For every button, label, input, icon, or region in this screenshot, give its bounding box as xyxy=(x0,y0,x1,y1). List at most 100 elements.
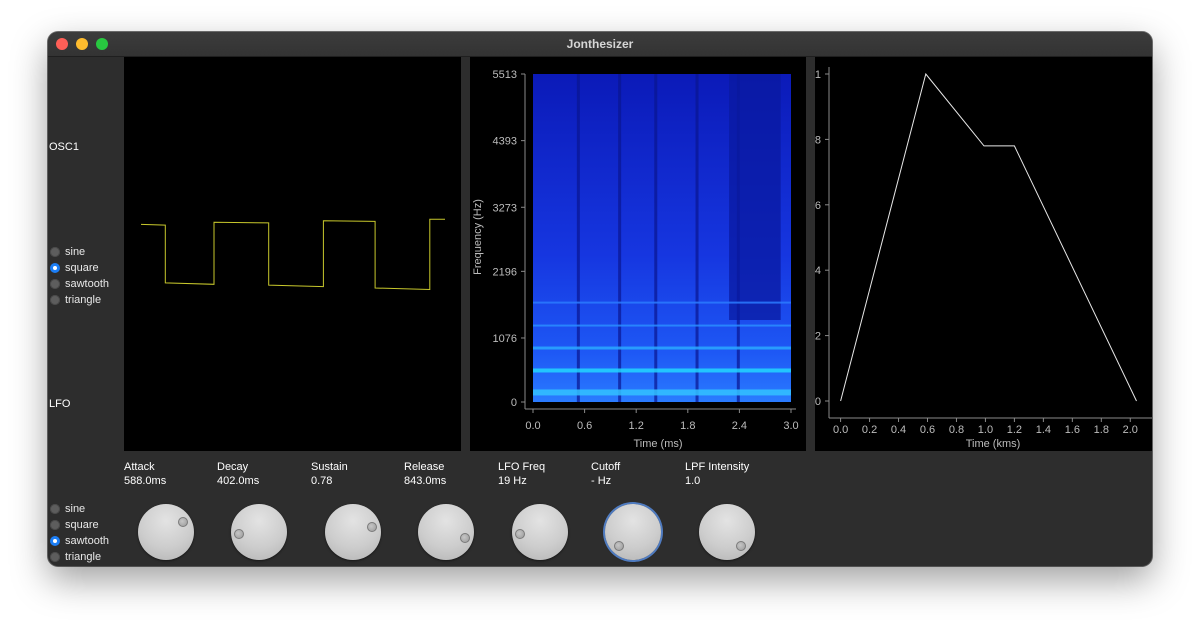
osc1-option-triangle[interactable]: triangle xyxy=(50,292,109,308)
attack-value: 588.0ms xyxy=(124,475,167,487)
cutoff-knob[interactable] xyxy=(605,504,661,560)
envelope-line xyxy=(840,72,1137,402)
envelope-y-tick-label: 0.6 xyxy=(815,200,821,212)
envelope-y-tick-label: 0.4 xyxy=(815,265,821,277)
envelope-x-tick-label: 0.6 xyxy=(920,424,935,436)
attack-knob-indicator xyxy=(178,516,189,527)
cutoff-knob-indicator xyxy=(613,541,624,552)
lfo-freq-knob[interactable] xyxy=(512,504,568,560)
attack-knob[interactable] xyxy=(138,504,194,560)
spectrogram-y-tick-label: 4393 xyxy=(493,136,517,148)
release-knob-indicator xyxy=(460,533,471,544)
envelope-x-tick-label: 1.4 xyxy=(1036,424,1051,436)
sustain-knob[interactable] xyxy=(325,504,381,560)
lfo-option-triangle[interactable]: triangle xyxy=(50,549,109,565)
spectrogram-panel: 0 1076 2196 3273 4393 5513 0.0 0.6 1.2 1.8 2.4 3.0 … xyxy=(470,57,806,451)
lfo-square-label: square xyxy=(65,519,99,531)
envelope-x-tick-label: 0.0 xyxy=(833,424,848,436)
spectrogram-x-tick-label: 1.8 xyxy=(680,420,695,432)
spectrogram-harmonic-band xyxy=(533,346,791,350)
envelope-plot-panel: 0 0.2 0.4 0.6 0.8 1 0.0 0.2 0.4 0.6 0.8 1.0 1.2 1.4 1.… xyxy=(815,57,1152,451)
spectrogram-x-tick-label: 0.6 xyxy=(577,420,592,432)
envelope-x-tick-label: 0.8 xyxy=(949,424,964,436)
spectrogram-y-tick-label: 0 xyxy=(511,397,517,409)
osc1-option-sine[interactable]: sine xyxy=(50,244,109,260)
decay-control: Decay 402.0ms xyxy=(217,460,309,560)
spectrogram-time-gap xyxy=(576,74,580,402)
lfo-triangle-radio[interactable] xyxy=(50,552,60,562)
attack-label: Attack xyxy=(124,461,155,473)
envelope-x-tick-label: 2.0 xyxy=(1123,424,1138,436)
release-value: 843.0ms xyxy=(404,475,447,487)
spectrogram-harmonic-band xyxy=(533,324,791,327)
envelope-x-tick-label: 1.2 xyxy=(1007,424,1022,436)
lfo-sawtooth-label: sawtooth xyxy=(65,535,110,547)
envelope-x-tick-label: 1.0 xyxy=(978,424,993,436)
lpf-intensity-control: LPF Intensity 1.0 xyxy=(685,460,777,560)
envelope-x-tick-label: 0.2 xyxy=(862,424,877,436)
envelope-x-tick-label: 0.4 xyxy=(891,424,906,436)
decay-label: Decay xyxy=(217,461,249,473)
envelope-axes: 0 0.2 0.4 0.6 0.8 1 0.0 0.2 0.4 0.6 0.8 1.0 1.2 1.4 1.… xyxy=(815,67,1152,436)
lfo-option-square[interactable]: square xyxy=(50,517,109,533)
lfo-option-sine[interactable]: sine xyxy=(50,501,109,517)
lpf-intensity-knob[interactable] xyxy=(699,504,755,560)
spectrogram-harmonic-band xyxy=(533,301,791,304)
osc1-triangle-label: triangle xyxy=(65,294,102,306)
spectrogram-time-gap xyxy=(618,74,622,402)
spectrogram-y-tick-label: 1076 xyxy=(493,333,517,345)
window-title: Jonthesizer xyxy=(566,37,634,51)
spectrogram-y-axis-label: Frequency (Hz) xyxy=(472,199,484,275)
lfo-freq-knob-indicator xyxy=(515,528,526,539)
spectrogram-plot: 0107621963273439355130.0 0.6 1.2 1.8 2.4 3.0 … xyxy=(470,57,806,451)
lfo-triangle-label: triangle xyxy=(65,551,102,563)
spectrogram-time-gap xyxy=(654,74,658,402)
lfo-option-sawtooth[interactable]: sawtooth xyxy=(50,533,109,549)
spectrogram-time-gap xyxy=(695,74,699,402)
cutoff-value: - Hz xyxy=(591,475,612,487)
envelope-x-axis-label: Time (kms) xyxy=(966,438,1021,450)
spectrogram-quiet-region xyxy=(729,74,781,320)
osc1-square-label: square xyxy=(65,262,99,274)
spectrogram-x-tick-label: 2.4 xyxy=(732,420,747,432)
spectrogram-x-tick-label: 3.0 xyxy=(783,420,798,432)
spectrogram-y-tick-label: 5513 xyxy=(493,69,517,81)
decay-value: 402.0ms xyxy=(217,475,260,487)
osc1-sine-label: sine xyxy=(65,246,86,258)
spectrogram-x-axis-label: Time (ms) xyxy=(633,438,682,450)
lfo-freq-label: LFO Freq xyxy=(498,461,546,473)
lfo-waveform-group: sine square sawtooth triangle xyxy=(50,501,109,565)
release-label: Release xyxy=(404,461,445,473)
osc1-sine-radio[interactable] xyxy=(50,247,60,257)
envelope-y-tick-label: 0.2 xyxy=(815,331,821,343)
app-window: Jonthesizer OSC1 sine square sawtooth tr… xyxy=(48,32,1152,566)
osc1-sawtooth-radio[interactable] xyxy=(50,279,60,289)
decay-knob[interactable] xyxy=(231,504,287,560)
osc1-triangle-radio[interactable] xyxy=(50,295,60,305)
spectrogram-y-tick-label: 2196 xyxy=(493,266,517,278)
sustain-control: Sustain 0.78 xyxy=(311,460,403,560)
spectrogram-harmonic-band xyxy=(533,368,791,373)
lfo-label: LFO xyxy=(49,398,71,410)
waveform-line xyxy=(140,218,445,291)
spectrogram-x-tick-label: 0.0 xyxy=(525,420,540,432)
osc1-option-square[interactable]: square xyxy=(50,260,109,276)
sustain-value: 0.78 xyxy=(311,475,333,487)
osc1-waveform-group: sine square sawtooth triangle xyxy=(50,244,109,308)
lfo-square-radio[interactable] xyxy=(50,520,60,530)
osc1-sawtooth-label: sawtooth xyxy=(65,278,110,290)
release-knob[interactable] xyxy=(418,504,474,560)
sustain-label: Sustain xyxy=(311,461,348,473)
waveform-plot-panel xyxy=(124,57,461,451)
lpf-intensity-label: LPF Intensity xyxy=(685,461,750,473)
waveform-plot xyxy=(140,218,445,291)
envelope-x-tick-label: 1.8 xyxy=(1094,424,1109,436)
lpf-intensity-value: 1.0 xyxy=(685,475,701,487)
osc1-square-radio[interactable] xyxy=(50,263,60,273)
spectrogram-image xyxy=(533,74,791,402)
osc1-option-sawtooth[interactable]: sawtooth xyxy=(50,276,109,292)
lfo-sine-radio[interactable] xyxy=(50,504,60,514)
spectrogram-y-tick-label: 3273 xyxy=(493,202,517,214)
lfo-sawtooth-radio[interactable] xyxy=(50,536,60,546)
lpf-intensity-knob-indicator xyxy=(736,541,747,552)
